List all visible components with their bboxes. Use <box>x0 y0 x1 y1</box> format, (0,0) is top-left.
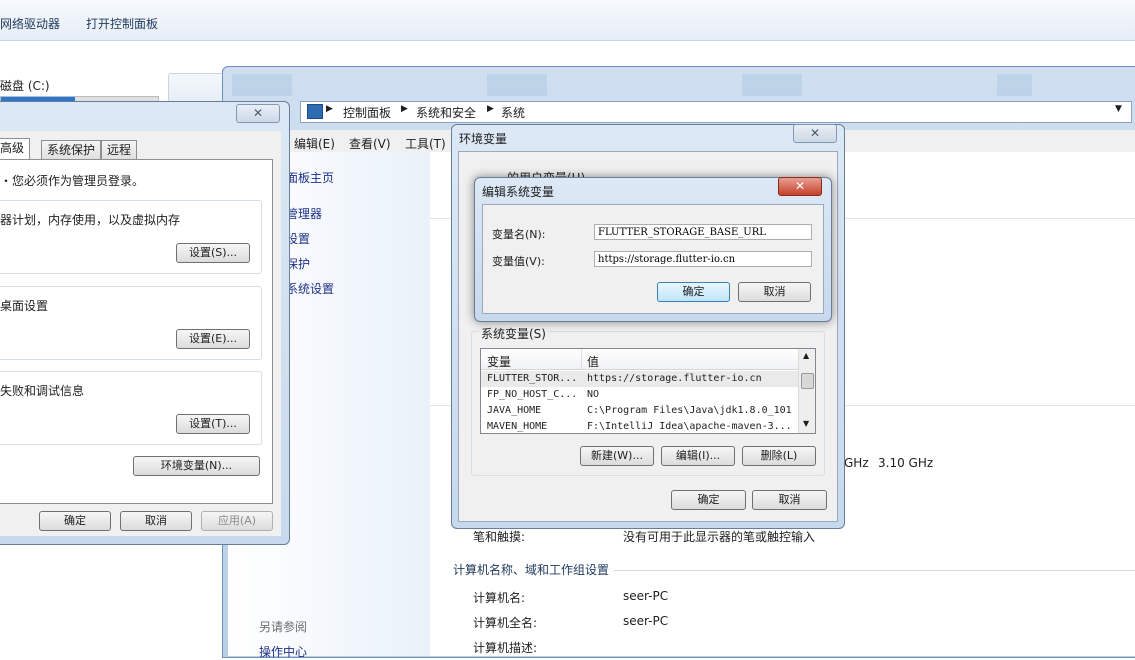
cpu-speed-partial: GHz <box>844 456 869 470</box>
see-also-heading: 另请参阅 <box>259 620 308 634</box>
breadcrumb-separator-icon: ▶ <box>401 104 408 114</box>
tab-advanced[interactable]: 高级 <box>0 138 31 160</box>
divider <box>614 570 1135 571</box>
full-computer-name-label: 计算机全名: <box>473 616 538 630</box>
admin-note-text: 您必须作为管理员登录。 <box>12 174 145 188</box>
pen-touch-value: 没有可用于此显示器的笔或触控输入 <box>623 530 816 544</box>
explorer-command-bar: 网络驱动器 打开控制面板 <box>0 0 1135 41</box>
tab-system-protection[interactable]: 系统保护 <box>41 140 102 159</box>
delete-variable-button[interactable]: 删除(L) <box>742 446 816 466</box>
variable-value: https://storage.flutter-io.cn <box>587 373 762 384</box>
sidebar-link-home[interactable]: 面板主页 <box>286 169 334 186</box>
close-icon[interactable]: ✕ <box>778 177 822 196</box>
environment-variables-button[interactable]: 环境变量(N)... <box>133 456 260 476</box>
list-header: 变量 值 <box>481 349 799 370</box>
column-divider[interactable] <box>581 349 582 369</box>
new-variable-button[interactable]: 新建(W)... <box>580 446 654 466</box>
vertical-scrollbar[interactable]: ▲ ▼ <box>798 349 815 433</box>
full-computer-name-value: seer-PC <box>623 614 669 628</box>
tab-label: 高级 <box>0 141 25 155</box>
admin-note: ・您必须作为管理员登录。 <box>0 174 145 188</box>
cancel-button[interactable]: 取消 <box>752 490 827 510</box>
cpu-speed: 3.10 GHz <box>878 456 934 470</box>
open-control-panel-button[interactable]: 打开控制面板 <box>86 15 158 32</box>
tab-label: 系统保护 <box>47 143 96 157</box>
table-row[interactable]: MAVEN_HOME F:\IntelliJ Idea\apache-maven… <box>481 419 799 433</box>
menu-edit[interactable]: 编辑(E) <box>294 135 335 152</box>
pen-touch-label: 笔和触摸: <box>473 530 526 544</box>
startup-recovery-settings-button[interactable]: 设置(T)... <box>176 414 250 434</box>
scroll-up-icon[interactable]: ▲ <box>803 351 809 360</box>
ok-button[interactable]: 确定 <box>671 490 746 510</box>
column-header-variable[interactable]: 变量 <box>487 353 511 370</box>
variable-name-input[interactable] <box>594 224 812 240</box>
sidebar-link-device-manager[interactable]: 管理器 <box>286 205 322 222</box>
title-glass-blur <box>232 74 1032 96</box>
table-row[interactable]: FLUTTER_STOR... https://storage.flutter-… <box>481 371 799 387</box>
ok-button[interactable]: 确定 <box>39 511 111 531</box>
menu-tools[interactable]: 工具(T) <box>405 135 446 152</box>
system-variables-list[interactable]: 变量 值 FLUTTER_STOR... https://storage.flu… <box>480 348 816 434</box>
variable-value: C:\Program Files\Java\jdk1.8.0_101 <box>587 405 792 416</box>
breadcrumb-separator-icon: ▶ <box>326 104 333 114</box>
breadcrumb-system[interactable]: 系统 <box>501 104 525 121</box>
sidebar-link-advanced-settings[interactable]: 系统设置 <box>286 280 334 297</box>
computer-icon <box>307 104 323 119</box>
address-dropdown-icon[interactable]: ▼ <box>1115 104 1122 114</box>
system-variables-label: 系统变量(S) <box>479 325 548 342</box>
user-profiles-settings-button[interactable]: 设置(E)... <box>176 329 250 349</box>
apply-button[interactable]: 应用(A) <box>201 511 273 531</box>
breadcrumb-control-panel[interactable]: 控制面板 <box>343 104 391 121</box>
variable-name: FP_NO_HOST_C... <box>487 389 578 400</box>
edit-variable-button[interactable]: 编辑(I)... <box>661 446 735 466</box>
computer-name-value: seer-PC <box>623 589 669 603</box>
see-also-action-center[interactable]: 操作中心 <box>259 643 307 660</box>
scroll-down-icon[interactable]: ▼ <box>803 419 809 428</box>
user-profiles-description: 桌面设置 <box>0 299 49 313</box>
breadcrumb-separator-icon: ▶ <box>487 104 494 114</box>
cancel-button[interactable]: 取消 <box>120 511 192 531</box>
ok-button[interactable]: 确定 <box>657 282 730 302</box>
close-icon[interactable]: ✕ <box>236 104 280 123</box>
performance-settings-button[interactable]: 设置(S)... <box>176 243 250 263</box>
drive-label[interactable]: 磁盘 (C:) <box>0 77 50 94</box>
address-bar[interactable]: ▶ 控制面板 ▶ 系统和安全 ▶ 系统 ▼ <box>300 101 1132 123</box>
computer-name-label: 计算机名: <box>473 591 526 605</box>
variable-name: JAVA_HOME <box>487 405 542 416</box>
computer-description-label: 计算机描述: <box>473 641 538 655</box>
table-row[interactable]: FP_NO_HOST_C... NO <box>481 387 799 403</box>
scroll-thumb[interactable] <box>801 373 814 389</box>
map-network-drive-button[interactable]: 网络驱动器 <box>0 15 60 32</box>
dialog-title: 环境变量 <box>459 132 508 146</box>
cancel-button[interactable]: 取消 <box>738 282 811 302</box>
column-header-value[interactable]: 值 <box>587 353 599 370</box>
performance-description: 器计划，内存使用，以及虚拟内存 <box>0 213 181 227</box>
tab-label: 远程 <box>107 143 132 157</box>
close-icon[interactable]: ✕ <box>793 124 837 143</box>
dialog-title: 编辑系统变量 <box>482 185 555 199</box>
variable-value-input[interactable] <box>594 251 812 267</box>
variable-name-label: 变量名(N): <box>492 228 546 241</box>
variable-value: F:\IntelliJ Idea\apache-maven-3... <box>587 421 792 432</box>
variable-name: MAVEN_HOME <box>487 421 548 432</box>
table-row[interactable]: JAVA_HOME C:\Program Files\Java\jdk1.8.0… <box>481 403 799 419</box>
menu-view[interactable]: 查看(V) <box>349 135 391 152</box>
startup-recovery-description: 失败和调试信息 <box>0 384 85 398</box>
tab-remote[interactable]: 远程 <box>101 140 138 159</box>
breadcrumb-system-security[interactable]: 系统和安全 <box>416 104 476 121</box>
computer-name-section-title: 计算机名称、域和工作组设置 <box>453 563 610 577</box>
variable-value: NO <box>587 389 600 400</box>
variable-name: FLUTTER_STOR... <box>487 373 578 384</box>
variable-value-label: 变量值(V): <box>492 255 545 268</box>
